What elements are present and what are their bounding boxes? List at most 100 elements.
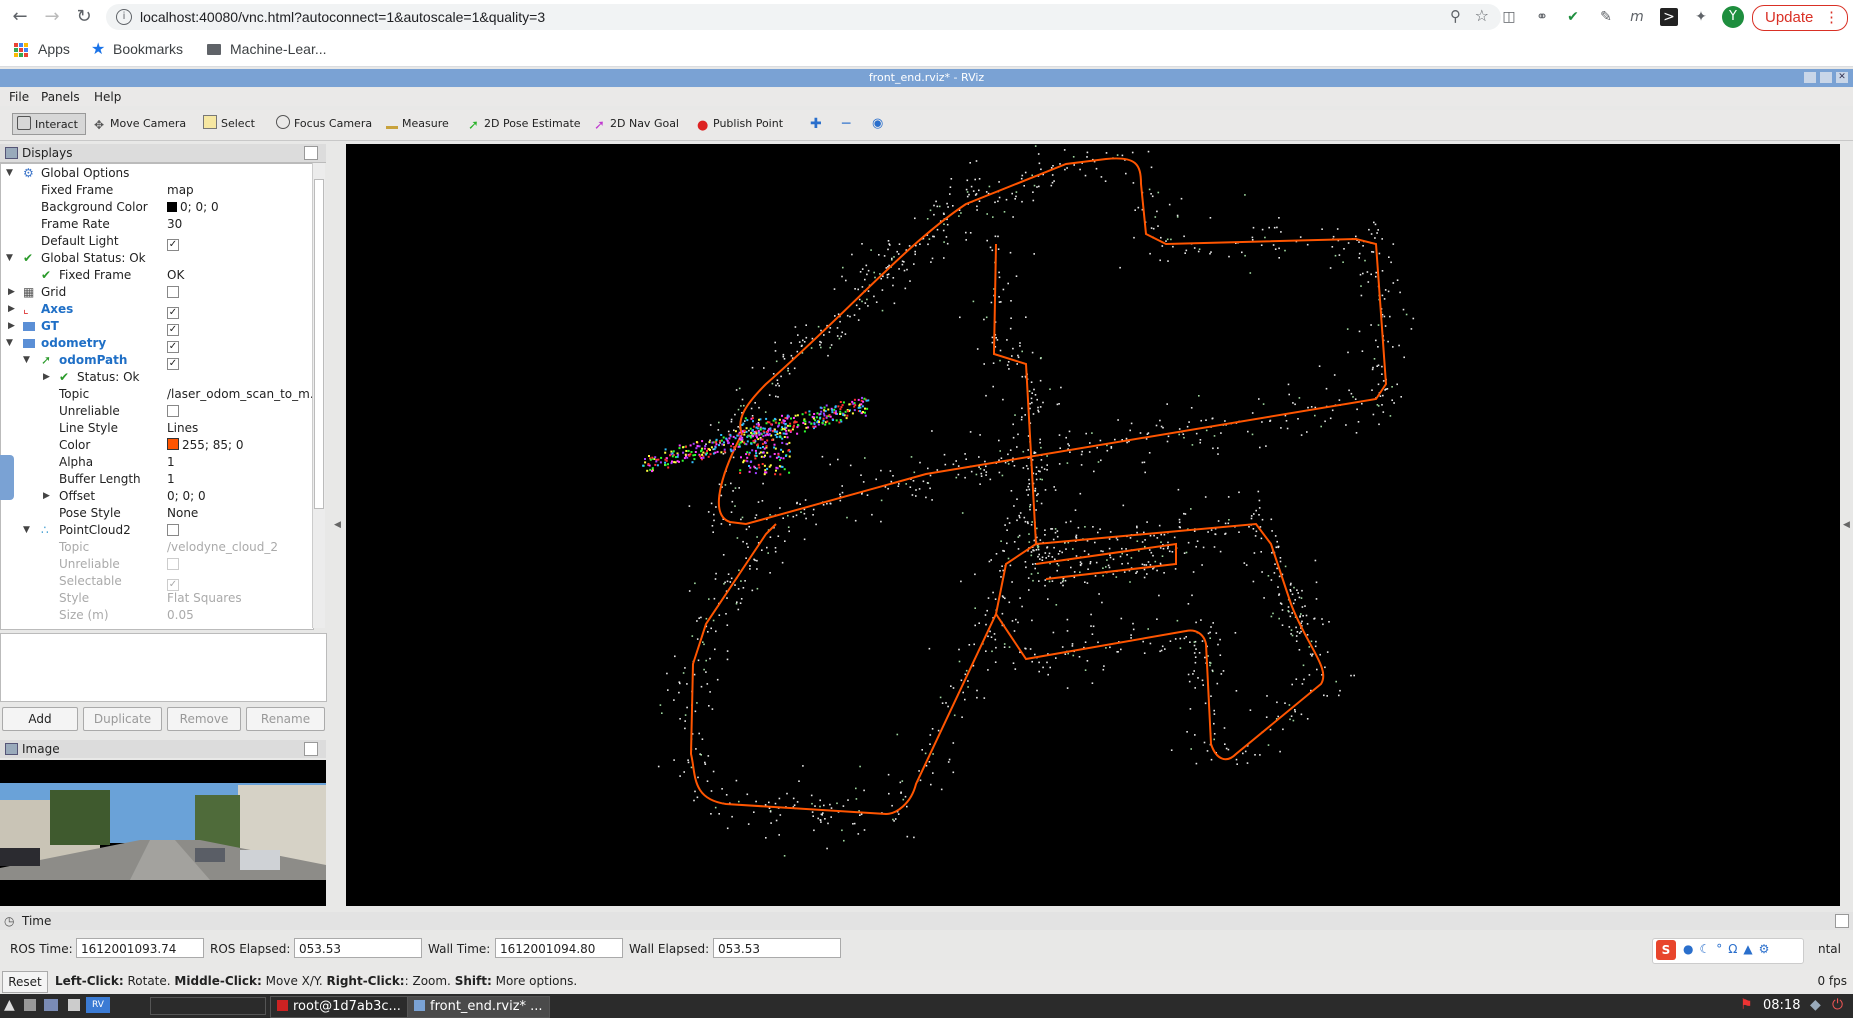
workspace-2[interactable] bbox=[150, 997, 266, 1015]
info-icon[interactable]: i bbox=[116, 9, 132, 25]
tree-row[interactable]: Topic/laser_odom_scan_to_m... bbox=[1, 386, 313, 403]
add-button[interactable]: Add bbox=[2, 707, 78, 731]
tree-row[interactable]: Topic/velodyne_cloud_2 bbox=[1, 539, 313, 556]
extension-icon[interactable]: ✔ bbox=[1564, 8, 1582, 26]
taskbar-terminal[interactable]: root@1d7ab3c... bbox=[270, 996, 408, 1018]
wall-elapsed-field[interactable]: 053.53 bbox=[713, 938, 841, 958]
tree-row[interactable]: Unreliable bbox=[1, 403, 313, 420]
tool-select[interactable]: Select bbox=[203, 115, 255, 133]
tree-row[interactable]: Selectable ✓ bbox=[1, 573, 313, 591]
tree-row[interactable]: Pose Style None bbox=[1, 505, 313, 522]
tool-properties-icon[interactable]: ◉ bbox=[872, 116, 883, 131]
side-dock-handle[interactable] bbox=[0, 455, 14, 500]
input-method-bar[interactable]: S ●☾°Ω▲⚙ bbox=[1652, 938, 1804, 964]
collapsed-icon[interactable]: ▶ bbox=[8, 318, 15, 335]
remove-tool-icon[interactable]: ─ bbox=[842, 116, 850, 132]
expand-icon[interactable]: ▼ bbox=[23, 522, 30, 539]
tree-row[interactable]: ▶ ▦ Grid bbox=[1, 284, 313, 301]
terminal-extension-icon[interactable]: > bbox=[1660, 8, 1678, 26]
tree-row[interactable]: ▶ ✔ Status: Ok bbox=[1, 369, 313, 386]
add-tool-icon[interactable]: ✚ bbox=[810, 116, 822, 132]
rename-button[interactable]: Rename bbox=[246, 707, 325, 731]
forward-icon[interactable]: → bbox=[40, 6, 64, 28]
duplicate-button[interactable]: Duplicate bbox=[83, 707, 162, 731]
wall-time-field[interactable]: 1612001094.80 bbox=[495, 938, 623, 958]
extension-icon[interactable]: ⚭ bbox=[1533, 8, 1551, 26]
extension-icon[interactable]: ◫ bbox=[1500, 8, 1518, 26]
expand-icon[interactable]: ▼ bbox=[6, 335, 13, 352]
maximize-icon[interactable] bbox=[1820, 72, 1832, 83]
network-icon[interactable]: ◆ bbox=[1810, 997, 1821, 1013]
bookmark-apps[interactable]: Apps bbox=[38, 41, 70, 57]
tool-interact[interactable]: Interact bbox=[12, 113, 86, 135]
puzzle-icon[interactable]: ✦ bbox=[1692, 8, 1710, 26]
tree-row[interactable]: Color 255; 85; 0 bbox=[1, 437, 313, 454]
color-swatch[interactable] bbox=[167, 438, 179, 450]
update-button[interactable]: Update ⋮ bbox=[1752, 5, 1848, 31]
tree-row[interactable]: ✔ Fixed Frame OK bbox=[1, 267, 313, 284]
tree-row[interactable]: Style Flat Squares bbox=[1, 590, 313, 607]
start-menu-icon[interactable]: ▲ bbox=[4, 997, 15, 1013]
expand-icon[interactable]: ▼ bbox=[6, 250, 13, 267]
bookmark-bookmarks[interactable]: Bookmarks bbox=[113, 41, 183, 57]
reload-icon[interactable]: ↻ bbox=[72, 6, 96, 28]
tool-2d-pose-estimate[interactable]: ➚ 2D Pose Estimate bbox=[468, 115, 581, 133]
files-icon[interactable] bbox=[24, 999, 36, 1011]
tool-measure[interactable]: Measure bbox=[386, 115, 449, 133]
star-icon[interactable]: ☆ bbox=[1475, 6, 1489, 25]
collapse-left-icon[interactable]: ◀ bbox=[334, 520, 341, 534]
menu-panels[interactable]: Panels bbox=[41, 90, 80, 104]
address-bar[interactable]: i localhost:40080/vnc.html?autoconnect=1… bbox=[106, 4, 1501, 30]
tree-row[interactable]: Frame Rate 30 bbox=[1, 216, 313, 233]
avatar[interactable]: Y bbox=[1722, 6, 1744, 28]
back-icon[interactable]: ← bbox=[8, 6, 32, 28]
expand-icon[interactable]: ▼ bbox=[6, 165, 13, 182]
tree-row[interactable]: ▶ Offset 0; 0; 0 bbox=[1, 488, 313, 505]
collapsed-icon[interactable]: ▶ bbox=[8, 301, 15, 318]
tree-row[interactable]: Size (m) 0.05 bbox=[1, 607, 313, 624]
extension-icon[interactable]: m bbox=[1628, 8, 1646, 26]
checkbox-unchecked[interactable] bbox=[167, 286, 179, 298]
ros-elapsed-field[interactable]: 053.53 bbox=[294, 938, 422, 958]
tree-row[interactable]: Buffer Length 1 bbox=[1, 471, 313, 488]
close-icon[interactable]: ✕ bbox=[1836, 72, 1848, 83]
collapsed-icon[interactable]: ▶ bbox=[43, 369, 50, 386]
tree-row[interactable]: Unreliable bbox=[1, 556, 313, 573]
displays-scrollbar[interactable] bbox=[312, 163, 325, 628]
panel-float-button[interactable] bbox=[304, 742, 318, 756]
tool-focus-camera[interactable]: Focus Camera bbox=[276, 115, 372, 133]
tree-row[interactable]: Line Style Lines bbox=[1, 420, 313, 437]
workspace-1[interactable]: RV bbox=[86, 997, 110, 1013]
collapsed-icon[interactable]: ▶ bbox=[8, 284, 15, 301]
scrollbar-thumb[interactable] bbox=[314, 179, 324, 509]
tray-icon[interactable]: ⚑ bbox=[1740, 997, 1753, 1013]
tree-row[interactable]: Background Color 0; 0; 0 bbox=[1, 199, 313, 216]
app-launcher-icon[interactable] bbox=[44, 999, 58, 1011]
tool-2d-nav-goal[interactable]: ➚ 2D Nav Goal bbox=[594, 115, 679, 133]
zoom-icon[interactable]: ⚲ bbox=[1450, 7, 1461, 25]
collapsed-icon[interactable]: ▶ bbox=[43, 488, 50, 505]
taskbar-rviz[interactable]: front_end.rviz* ... bbox=[407, 996, 550, 1018]
remove-button[interactable]: Remove bbox=[167, 707, 241, 731]
tree-row[interactable]: ▼ ⚙ Global Options bbox=[1, 165, 313, 182]
minimize-icon[interactable] bbox=[1804, 72, 1816, 83]
tree-row[interactable]: ▼ ∴ PointCloud2 bbox=[1, 522, 313, 539]
tree-row[interactable]: ▶ GT ✓ bbox=[1, 318, 313, 336]
tree-row[interactable]: Default Light ✓ bbox=[1, 233, 313, 251]
checkbox-unchecked[interactable] bbox=[167, 405, 179, 417]
tool-publish-point[interactable]: ● Publish Point bbox=[697, 115, 783, 133]
menu-file[interactable]: File bbox=[9, 90, 29, 104]
panel-float-button[interactable] bbox=[1835, 914, 1849, 928]
reset-button[interactable]: Reset bbox=[2, 971, 48, 993]
bookmark-machine-learning[interactable]: Machine-Lear... bbox=[230, 41, 327, 57]
expand-icon[interactable]: ▼ bbox=[23, 352, 30, 369]
ros-time-field[interactable]: 1612001093.74 bbox=[76, 938, 204, 958]
tree-row[interactable]: Alpha 1 bbox=[1, 454, 313, 471]
tree-row[interactable]: ▶ ⌞ Axes ✓ bbox=[1, 301, 313, 319]
collapse-right-icon[interactable]: ◀ bbox=[1843, 520, 1851, 534]
window-list-icon[interactable] bbox=[68, 999, 80, 1011]
render-3d-view[interactable] bbox=[346, 128, 1840, 906]
tool-move-camera[interactable]: ✥ Move Camera bbox=[94, 115, 186, 133]
tree-row[interactable]: ▼ ✔ Global Status: Ok bbox=[1, 250, 313, 267]
tree-row[interactable]: ▼ ➚ odomPath ✓ bbox=[1, 352, 313, 370]
